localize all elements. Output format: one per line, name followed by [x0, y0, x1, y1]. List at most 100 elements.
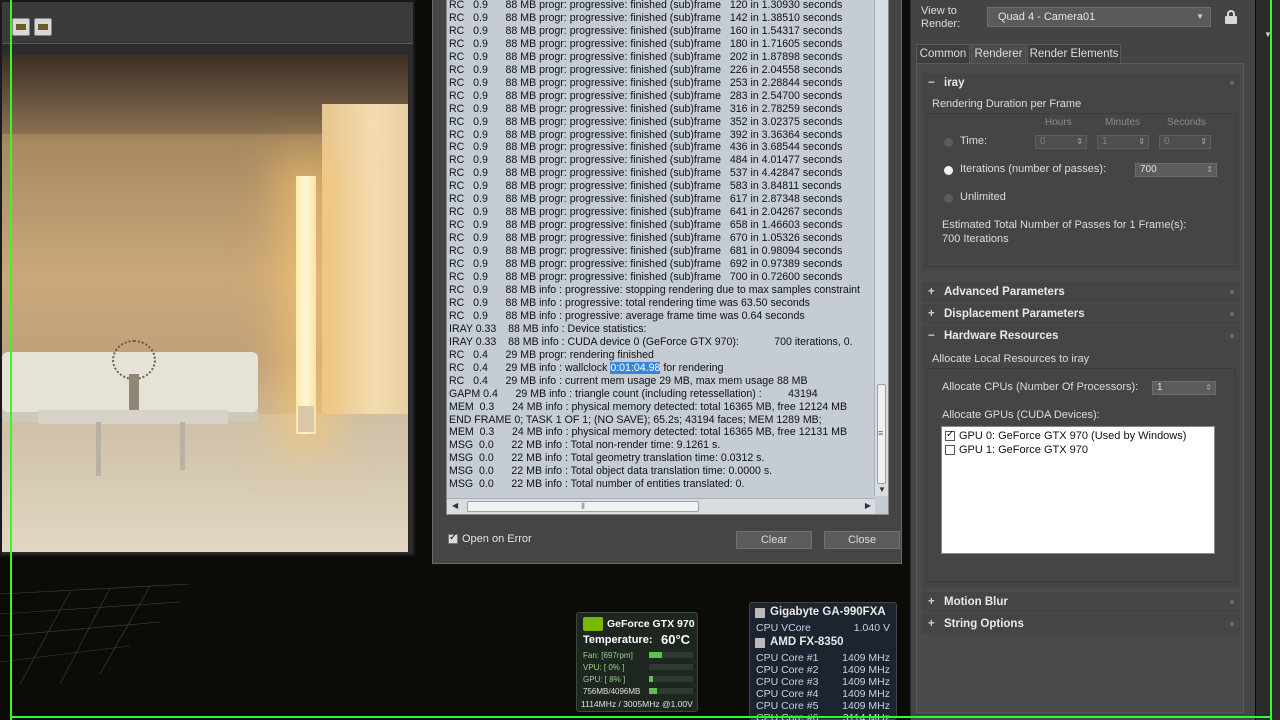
gpu0-label: GPU 0: GeForce GTX 970 (Used by Windows)	[959, 430, 1187, 442]
estimate-label: Estimated Total Number of Passes for 1 F…	[942, 219, 1187, 231]
clear-button[interactable]: Clear	[736, 531, 812, 549]
scroll-grip-icon: ≡	[878, 428, 884, 438]
iterations-label: Iterations (number of passes):	[960, 163, 1107, 175]
log-vertical-scrollbar[interactable]: ≡ ▼	[874, 0, 888, 496]
log-line: RC 0.9 88 MB progr: progressive: finishe…	[449, 76, 843, 89]
estimate-value: 700 Iterations	[942, 233, 1009, 245]
allocate-cpus-spinner[interactable]: 1 ⇕	[1152, 381, 1216, 395]
far-right-scroll-strip: ▼	[1256, 0, 1280, 720]
view-to-render-select[interactable]: Quad 4 - Camera01 ▼	[987, 7, 1211, 27]
tab-common[interactable]: Common	[916, 44, 970, 64]
selected-wallclock-text[interactable]: 0:01:04.98	[610, 361, 661, 374]
scroll-left-icon[interactable]: ◀	[452, 501, 458, 510]
gpu-device-item[interactable]: GPU 1: GeForce GTX 970	[945, 444, 1088, 456]
checkbox-icon[interactable]	[448, 532, 458, 545]
render-frame-icon[interactable]	[12, 18, 30, 36]
lock-icon[interactable]	[1225, 10, 1237, 24]
log-line: RC 0.9 88 MB progr: progressive: finishe…	[449, 232, 843, 245]
log-line: IRAY 0.33 88 MB info : Device statistics…	[449, 322, 647, 335]
vase	[129, 374, 139, 412]
open-on-error-checkbox[interactable]: Open on Error	[448, 532, 532, 545]
log-line: RC 0.9 88 MB progr: progressive: finishe…	[449, 180, 842, 193]
log-footer: Open on Error Clear Close	[446, 529, 900, 553]
vcore-row: CPU VCore 1.040 V	[756, 622, 890, 634]
cpu-chip-icon	[755, 638, 765, 648]
frame-line	[10, 0, 12, 720]
log-horizontal-scrollbar[interactable]: ◀ ⦀ ▶	[447, 498, 875, 514]
render-message-window: RC 0.9 88 MB progr: progressive: finishe…	[432, 0, 902, 564]
string-options-rollout[interactable]: + String Options	[922, 614, 1240, 634]
expand-icon: +	[928, 618, 935, 630]
log-line: RC 0.4 29 MB progr: rendering finished	[449, 348, 654, 361]
frame-line	[10, 716, 1272, 718]
tab-render-elements[interactable]: Render Elements	[1027, 44, 1121, 64]
log-line: MSG 0.0 22 MB info : Total geometry tran…	[449, 452, 765, 465]
gpu1-checkbox[interactable]	[945, 445, 955, 456]
coffee-table	[38, 410, 228, 424]
log-line: RC 0.4 29 MB info : wallclock 0:01:04.98…	[449, 361, 724, 374]
scroll-down-icon[interactable]: ▼	[878, 485, 886, 494]
rendered-interior-scene	[2, 54, 408, 552]
fan-stat: Fan: [697rpm]	[583, 651, 633, 660]
log-line: RC 0.9 88 MB progr: progressive: finishe…	[449, 219, 843, 232]
cpu-core-row: CPU Core #3 1409 MHz	[756, 676, 890, 688]
scroll-right-icon[interactable]: ▶	[865, 501, 871, 510]
viewport-toolbar	[2, 2, 413, 44]
duration-label: Rendering Duration per Frame	[932, 98, 1082, 110]
tab-renderer[interactable]: Renderer	[971, 44, 1026, 64]
view-to-render-label: View to Render:	[921, 5, 961, 30]
gpu0-checkbox[interactable]	[945, 429, 955, 442]
gpu-name: GeForce GTX 970	[607, 618, 695, 630]
log-line: RC 0.9 88 MB progr: progressive: finishe…	[449, 128, 843, 141]
log-lines: RC 0.9 88 MB progr: progressive: finishe…	[449, 0, 869, 491]
expand-icon: +	[928, 308, 935, 320]
close-button[interactable]: Close	[824, 531, 900, 549]
log-line: RC 0.9 88 MB info : progressive: average…	[449, 309, 805, 322]
gpu-device-list[interactable]: GPU 0: GeForce GTX 970 (Used by Windows)…	[941, 426, 1215, 554]
motion-blur-rollout[interactable]: + Motion Blur	[922, 592, 1240, 612]
gpu-load-bar	[649, 676, 693, 682]
render-window-icon[interactable]	[34, 18, 52, 36]
displacement-parameters-rollout[interactable]: + Displacement Parameters	[922, 304, 1240, 324]
iterations-radio[interactable]	[944, 166, 953, 175]
coffee-table-leg	[180, 422, 185, 470]
log-line: END FRAME 0; TASK 1 OF 1; (NO SAVE); 65.…	[449, 413, 822, 426]
iray-rollout-header[interactable]: − iray	[922, 73, 1240, 93]
memory-bar	[649, 688, 693, 694]
log-line: RC 0.9 88 MB progr: progressive: finishe…	[449, 11, 843, 24]
time-label: Time:	[960, 135, 988, 147]
log-area[interactable]: RC 0.9 88 MB progr: progressive: finishe…	[446, 0, 889, 515]
iterations-spinner[interactable]: 700 ⇕	[1135, 163, 1217, 177]
allocate-gpus-label: Allocate GPUs (CUDA Devices):	[942, 409, 1100, 421]
time-radio[interactable]	[944, 138, 953, 147]
temperature-label: Temperature:	[583, 634, 653, 646]
viewport-grid	[0, 584, 191, 684]
log-line: RC 0.9 88 MB progr: progressive: finishe…	[449, 141, 843, 154]
cpu-core-row: CPU Core #1 1409 MHz	[756, 652, 890, 664]
cpu-core-row: CPU Core #4 1409 MHz	[756, 688, 890, 700]
log-line: RC 0.4 29 MB info : current mem usage 29…	[449, 374, 808, 387]
hardware-resources-header[interactable]: − Hardware Resources	[922, 326, 1240, 346]
minutes-spinner[interactable]: 1 ⇕	[1097, 135, 1149, 149]
expand-icon: +	[928, 286, 935, 298]
cpu-core-row: CPU Core #5 1409 MHz	[756, 700, 890, 712]
log-line: MEM 0.3 24 MB info : physical memory det…	[449, 426, 848, 439]
log-line: RC 0.9 88 MB progr: progressive: finishe…	[449, 115, 843, 128]
unlimited-radio[interactable]	[944, 194, 953, 203]
allocate-local-label: Allocate Local Resources to iray	[932, 353, 1090, 365]
advanced-parameters-rollout[interactable]: + Advanced Parameters	[922, 282, 1240, 302]
memory-stat: 756MB/4096MB	[583, 687, 641, 696]
gpu-device-item[interactable]: GPU 0: GeForce GTX 970 (Used by Windows)	[945, 429, 1187, 442]
render-viewport[interactable]	[0, 0, 415, 556]
screen: RC 0.9 88 MB progr: progressive: finishe…	[0, 0, 1280, 720]
nvidia-logo-icon	[583, 617, 603, 631]
seconds-spinner[interactable]: 0 ⇕	[1159, 135, 1211, 149]
floor-lamp	[296, 176, 316, 434]
log-line: RC 0.9 88 MB progr: progressive: finishe…	[449, 193, 843, 206]
log-line: GAPM 0.4 29 MB info : triangle count (in…	[449, 387, 818, 400]
coffee-table-leg	[96, 422, 101, 476]
scrollbar-thumb[interactable]: ⦀	[467, 501, 699, 512]
gpu-monitor-gadget: GeForce GTX 970 Temperature: 60°C Fan: […	[576, 612, 698, 712]
hours-spinner[interactable]: 0 ⇕	[1035, 135, 1087, 149]
wallclock-suffix: for rendering	[660, 361, 724, 374]
